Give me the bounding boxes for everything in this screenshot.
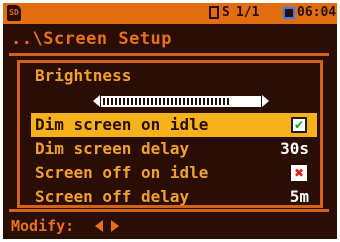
row-screen-off-delay[interactable]: Screen off delay 5m [31, 185, 317, 209]
row-value: 5m [289, 187, 309, 206]
row-label: Dim screen on idle [35, 115, 209, 134]
slider-left-arrow-icon [93, 95, 100, 107]
setup-indicator: S [222, 5, 230, 20]
clock: 06:04 [297, 5, 337, 20]
slider-right-arrow-icon [262, 95, 269, 107]
arrow-left-icon [95, 220, 103, 232]
arrow-right-icon [111, 220, 119, 232]
slider-fill [103, 98, 231, 105]
row-value: 30s [280, 139, 309, 158]
status-bar: SD S 1/1 06:04 [3, 3, 337, 24]
cross-icon[interactable]: ✖ [291, 165, 307, 181]
row-label: Dim screen delay [35, 139, 190, 158]
page-indicator: 1/1 [236, 5, 260, 20]
memory-icon [209, 6, 219, 19]
row-screen-off-on-idle[interactable]: Screen off on idle ✖ [31, 161, 317, 185]
row-label: Screen off delay [35, 187, 190, 206]
page-title: ..\Screen Setup [11, 29, 173, 49]
battery-icon [283, 7, 295, 19]
sd-card-text: SD [9, 8, 19, 17]
sd-card-icon: SD [7, 5, 21, 21]
check-icon[interactable]: ✔ [291, 117, 307, 133]
modify-hint: Modify: [11, 217, 75, 235]
brightness-slider[interactable] [93, 95, 269, 108]
brightness-label: Brightness [35, 66, 132, 85]
row-dim-screen-delay[interactable]: Dim screen delay 30s [31, 137, 317, 161]
row-dim-screen-on-idle[interactable]: Dim screen on idle ✔ [31, 113, 317, 137]
title-divider [9, 53, 329, 56]
footer-divider [9, 209, 329, 212]
row-label: Screen off on idle [35, 163, 209, 182]
device-screen: SD S 1/1 06:04 ..\Screen Setup Brightnes… [3, 3, 337, 239]
slider-track [101, 96, 261, 107]
